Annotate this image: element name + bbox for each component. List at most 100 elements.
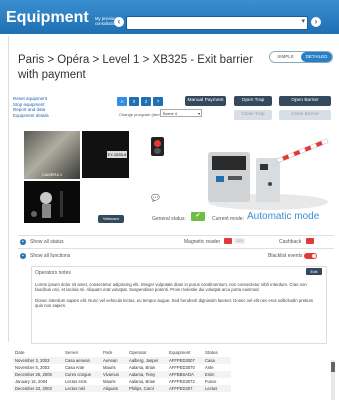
cell-park: Vivamus [103,372,119,377]
table-scrollbar-thumb[interactable] [331,362,335,372]
general-status-label: General status: [152,216,186,222]
blacklist-events-toggle[interactable] [304,253,317,259]
cell-operator: Aalama, Brian [129,365,156,370]
back-button[interactable]: ‹ [114,17,124,27]
green-light-off-icon [154,148,161,154]
plate-camera-feed[interactable]: EY-1535-8 [82,131,129,178]
magnetic-reader-count: 123 [234,238,245,244]
toggle-knob [312,254,316,258]
table-row[interactable]: November 5, 2003 Casa Ante Mauris Aalama… [13,364,231,371]
cell-server: Lectus nisl [65,386,85,391]
table-row[interactable]: January 15, 2004 Lectus eros Mauris Aala… [13,378,231,385]
cell-operator: Aalberg, Jasper [129,358,159,363]
cell-operator: Philips, Carol [129,386,154,391]
magnetic-reader-alert-icon [224,238,232,244]
table-row[interactable]: November 3, 2003 Casa aenean Aenean Aalb… [13,357,231,364]
app-title: Equipment [6,9,89,26]
cell-equipment: AFFPED307 [169,386,193,391]
camera-3-feed[interactable] [24,181,80,223]
cell-equipment: AFFBBSADA [169,372,194,377]
show-all-functions-toggle[interactable]: Show all functions [30,253,70,259]
operator-notes-title: Operators notes [35,270,71,276]
close-barrier-button[interactable]: Close Barrier [279,110,331,120]
cell-date: December 26, 2006 [15,372,52,377]
camera-1-feed[interactable]: CAMERA 1 [24,131,80,179]
cell-date: November 3, 2003 [15,358,50,363]
action-2-button[interactable]: 2 [141,97,151,106]
cell-park: Mauris [103,379,116,384]
status-ok-icon: ✔ [191,212,205,221]
cell-date: December 23, 2003 [15,386,52,391]
mode-toggle[interactable]: SIMPLE DETAILED [269,51,333,63]
equipment-links: Reset equipment Stop equipment Report an… [13,96,49,118]
divider [18,235,334,236]
table-row[interactable]: December 26, 2006 Cures congue Vivamus A… [13,371,231,378]
mode-simple-option[interactable]: SIMPLE [270,52,301,62]
divider [18,248,334,249]
events-table: Date Server Park Operator Equipment Stat… [13,348,331,402]
cell-date: January 15, 2004 [15,379,48,384]
traffic-light-icon [151,137,164,156]
cell-operator: Aalama, Brian [129,379,156,384]
column-header-status[interactable]: Status [203,348,231,357]
mode-detailed-option[interactable]: DETAILED [301,52,332,62]
column-header-park[interactable]: Park [101,348,127,357]
cell-status: Casa [205,358,215,363]
cell-status: Fusce [205,379,217,384]
plus-icon[interactable]: + [20,253,26,259]
action-0-button[interactable]: 0 [129,97,139,106]
cell-equipment: AFFPED3007 [169,358,195,363]
manual-payment-button[interactable]: Manual Payment [185,96,226,106]
table-header-row: Date Server Park Operator Equipment Stat… [13,348,231,357]
cell-server: Casa aenean [65,358,90,363]
notes-paragraph: Donec interdum sapien elit. Nunc vel veh… [35,297,314,309]
edit-notes-button[interactable]: Edit [306,268,322,275]
chevron-down-icon: ▾ [301,18,305,25]
cell-status: Enim [205,372,215,377]
program-select[interactable]: Borne 4 ▾ [160,109,202,117]
table-row[interactable]: December 23, 2003 Lectus nisl Aliquam Ph… [13,385,231,392]
open-trap-button[interactable]: Open Trap [234,96,272,106]
column-header-equipment[interactable]: Equipment [167,348,203,357]
cell-date: November 5, 2003 [15,365,50,370]
plus-icon[interactable]: + [20,239,26,245]
current-mode-label: Current mode: [212,216,244,222]
operator-notes-panel: Operators notes Edit Lorem ipsum dolor s… [31,266,327,344]
webcam-button[interactable]: Webcam [98,215,124,223]
cell-park: Mauris [103,365,116,370]
cell-server: Cures congue [65,372,92,377]
forward-button[interactable]: › [311,17,321,27]
operator-notes-text: Lorem ipsum dolor sit amet, consectetur … [35,282,321,314]
camera-scene-image [24,181,80,223]
open-barrier-button[interactable]: Open Barrier [279,96,331,106]
current-mode-value: Automatic mode [247,211,320,222]
blacklist-events-label: Blacklist events [268,253,303,259]
action-a-button[interactable]: A [117,97,127,106]
notes-paragraph: Lorem ipsum dolor sit amet, consectetur … [35,282,307,293]
cell-status: Lectus [205,386,218,391]
cell-operator: Aalama, Teiny [129,372,156,377]
cashback-alert-icon [306,238,314,244]
report-and-data-link[interactable]: Report and data [13,107,49,113]
red-light-icon [154,140,161,147]
consultation-select[interactable]: ▾ [126,16,308,30]
column-header-server[interactable]: Server [63,348,101,357]
action-help-button[interactable]: ? [153,97,163,106]
chat-icon[interactable]: 💬 [151,194,160,202]
cell-server: Lectus eros [65,379,87,384]
cell-status: Ante [205,365,214,370]
cell-park: Aenean [103,358,118,363]
top-bar: Equipment My previous consultations ‹ ▾ … [0,0,339,34]
program-value: Borne 4 [163,111,178,116]
breadcrumb: Paris > Opéra > Level 1 > XB325 - Exit b… [18,54,253,81]
show-all-status-toggle[interactable]: Show all status [30,239,64,245]
reset-equipment-link[interactable]: Reset equipment [13,96,49,102]
column-header-operator[interactable]: Operator [127,348,167,357]
camera-1-label: CAMERA 1 [41,172,63,177]
chevron-down-icon: ▾ [197,111,200,116]
equipment-details-link[interactable]: Equipment details [13,113,49,119]
close-trap-button[interactable]: Close Trap [234,110,272,120]
magnetic-reader-label: Magnetic reader [184,239,221,245]
cell-server: Casa Ante [65,365,85,370]
column-header-date[interactable]: Date [13,348,63,357]
